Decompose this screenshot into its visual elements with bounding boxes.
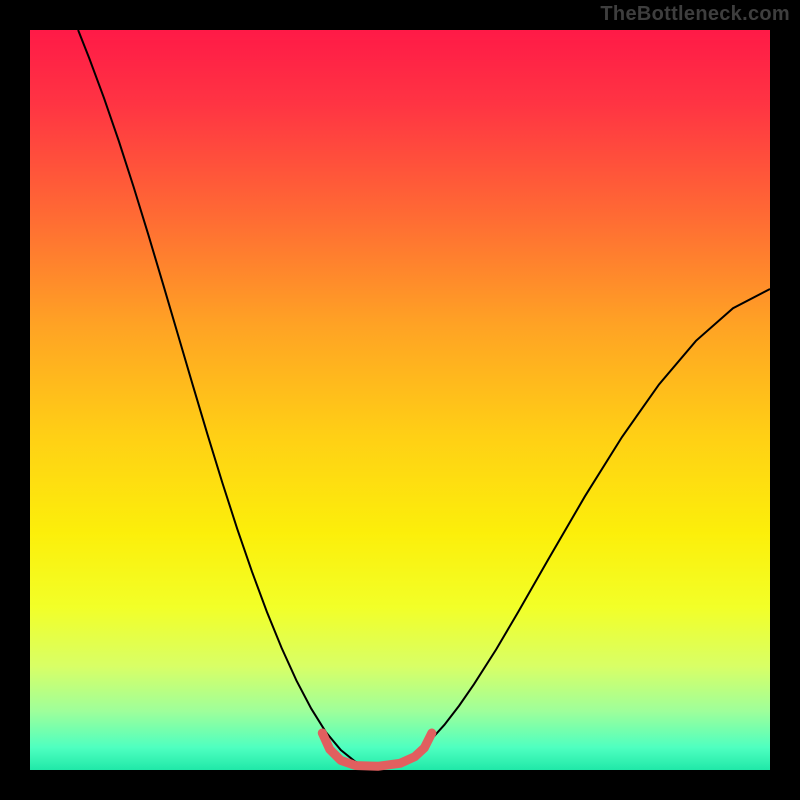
chart-frame: TheBottleneck.com — [0, 0, 800, 800]
chart-background — [30, 30, 770, 770]
watermark-text: TheBottleneck.com — [600, 3, 790, 26]
bottleneck-chart — [0, 0, 800, 800]
